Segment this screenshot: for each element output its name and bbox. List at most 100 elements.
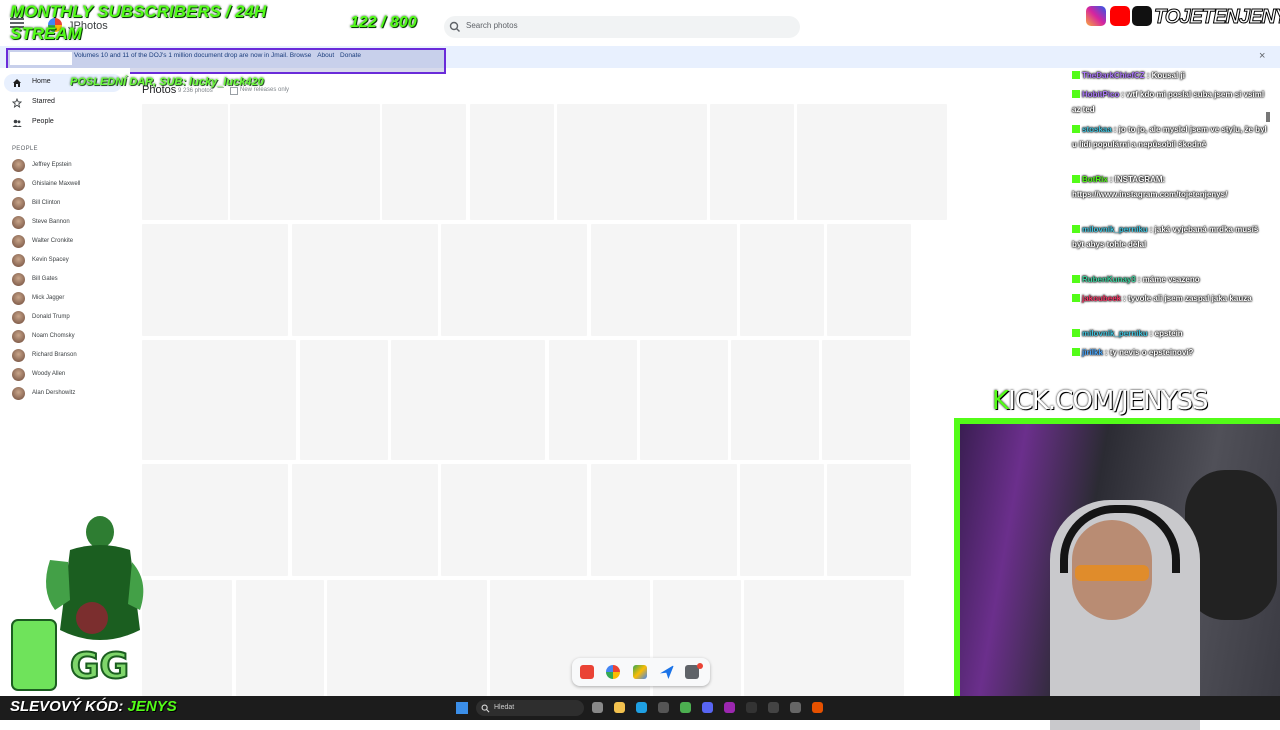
photo-tile[interactable] (797, 104, 947, 220)
photo-tile[interactable] (292, 224, 438, 336)
kick-badge-icon (1072, 71, 1080, 79)
photo-tile[interactable] (142, 104, 228, 220)
photo-tile[interactable] (327, 580, 487, 696)
chat-message: milovnik_perniku: epstein (1072, 326, 1268, 341)
person-item[interactable]: Alan Dershowitz (12, 385, 130, 401)
person-item[interactable]: Richard Branson (12, 347, 130, 363)
chat-username[interactable]: stoskaa (1082, 125, 1112, 134)
app-icon[interactable] (790, 702, 801, 713)
chrome-icon[interactable] (680, 702, 691, 713)
chat-username[interactable]: jirilkk (1082, 348, 1103, 357)
photo-tile[interactable] (236, 580, 324, 696)
flights-icon[interactable] (660, 665, 674, 679)
banner-message[interactable]: Volumes 10 and 11 of the DOJ's 1 million… (74, 52, 311, 59)
photo-tile[interactable] (731, 340, 819, 460)
person-name: Woody Allen (32, 371, 66, 377)
search-input[interactable]: Search photos (466, 21, 518, 30)
sidebar-item-starred[interactable]: Starred (4, 94, 122, 112)
close-icon[interactable]: × (1259, 50, 1265, 62)
person-item[interactable]: Walter Cronkite (12, 233, 130, 249)
photo-tile[interactable] (142, 224, 288, 336)
person-item[interactable]: Steve Bannon (12, 214, 130, 230)
photo-tile[interactable] (230, 104, 380, 220)
app-icon[interactable] (724, 702, 735, 713)
chat-username[interactable]: HobitPico (1082, 90, 1119, 99)
person-item[interactable]: Bill Gates (12, 271, 130, 287)
photo-tile[interactable] (549, 340, 637, 460)
photo-tile[interactable] (827, 224, 911, 336)
photo-tile[interactable] (382, 104, 466, 220)
person-item[interactable]: Ghislaine Maxwell (12, 176, 130, 192)
photo-tile[interactable] (827, 464, 911, 576)
photo-tile[interactable] (822, 340, 910, 460)
person-item[interactable]: Noam Chomsky (12, 328, 130, 344)
person-name: Jeffrey Epstein (32, 162, 72, 168)
sidebar-item-people[interactable]: People (4, 114, 122, 132)
file-explorer-icon[interactable] (614, 702, 625, 713)
taskbar-search[interactable] (476, 700, 584, 716)
banner-about-link[interactable]: About (317, 52, 334, 59)
chat-username[interactable]: milovnik_perniku (1082, 329, 1148, 338)
photo-tile[interactable] (470, 104, 554, 220)
person-name: Bill Clinton (32, 200, 61, 206)
photo-tile[interactable] (441, 224, 587, 336)
photo-tile[interactable] (591, 224, 737, 336)
person-name: Alan Dershowitz (32, 390, 76, 396)
photo-count: 9 236 photos (178, 88, 213, 94)
chat-username[interactable]: jakoubeek (1082, 294, 1121, 303)
terminal-icon[interactable] (746, 702, 757, 713)
gmail-icon[interactable] (580, 665, 594, 679)
edge-icon[interactable] (636, 702, 647, 713)
person-item[interactable]: Mick Jagger (12, 290, 130, 306)
windows-start-icon[interactable] (456, 702, 468, 714)
kick-badge-icon (1072, 125, 1080, 133)
browser-icon[interactable] (812, 702, 823, 713)
discord-icon[interactable] (702, 702, 713, 713)
store-icon[interactable] (658, 702, 669, 713)
photo-tile[interactable] (740, 464, 824, 576)
photos-icon[interactable] (606, 665, 620, 679)
photo-tile[interactable] (740, 224, 824, 336)
webcam-glasses (1075, 565, 1149, 581)
youtube-icon (1110, 6, 1130, 26)
subscriber-goal-title: MONTHLY SUBSCRIBERS / 24H (10, 2, 267, 21)
person-item[interactable]: Donald Trump (12, 309, 130, 325)
chat-username[interactable]: BotRix (1082, 175, 1108, 184)
chat-scrollbar[interactable] (1266, 112, 1270, 122)
drive-icon[interactable] (633, 665, 647, 679)
person-item[interactable]: Bill Clinton (12, 195, 130, 211)
person-name: Kevin Spacey (32, 257, 69, 263)
task-view-icon[interactable] (592, 702, 603, 713)
chat-text: : ty nevis o epsteinovi? (1104, 348, 1194, 357)
obs-icon[interactable] (768, 702, 779, 713)
photo-tile[interactable] (292, 464, 438, 576)
chat-text: : Kousal ji (1146, 71, 1185, 80)
photo-tile[interactable] (591, 464, 737, 576)
streamer-handle: TOJETENJENYS (1153, 6, 1280, 29)
avatar (12, 349, 25, 362)
photo-tile[interactable] (744, 580, 904, 696)
photo-tile[interactable] (391, 340, 545, 460)
person-item[interactable]: Woody Allen (12, 366, 130, 382)
person-item[interactable]: Kevin Spacey (12, 252, 130, 268)
photo-tile[interactable] (441, 464, 587, 576)
person-item[interactable]: Jeffrey Epstein (12, 157, 130, 173)
photo-tile[interactable] (557, 104, 707, 220)
avatar (12, 159, 25, 172)
banner-donate-link[interactable]: Donate (340, 52, 361, 59)
photo-tile[interactable] (710, 104, 794, 220)
kick-badge-icon (1072, 329, 1080, 337)
avatar (12, 387, 25, 400)
photo-tile[interactable] (300, 340, 388, 460)
chat-username[interactable]: milovnik_perniku (1082, 225, 1148, 234)
photo-tile[interactable] (640, 340, 728, 460)
discount-code-label: SLEVOVÝ KÓD: JENYS (10, 698, 177, 715)
new-releases-checkbox[interactable] (230, 87, 238, 95)
people-icon (12, 119, 22, 127)
photo-tile[interactable] (142, 340, 296, 460)
taskbar-search-input[interactable]: Hledat (494, 704, 514, 711)
chat-text: : epstein (1149, 329, 1183, 338)
chat-username[interactable]: TheDarkChiefCZ (1082, 71, 1145, 80)
person-name: Mick Jagger (32, 295, 65, 301)
chat-username[interactable]: RubenKunay3 (1082, 275, 1136, 284)
